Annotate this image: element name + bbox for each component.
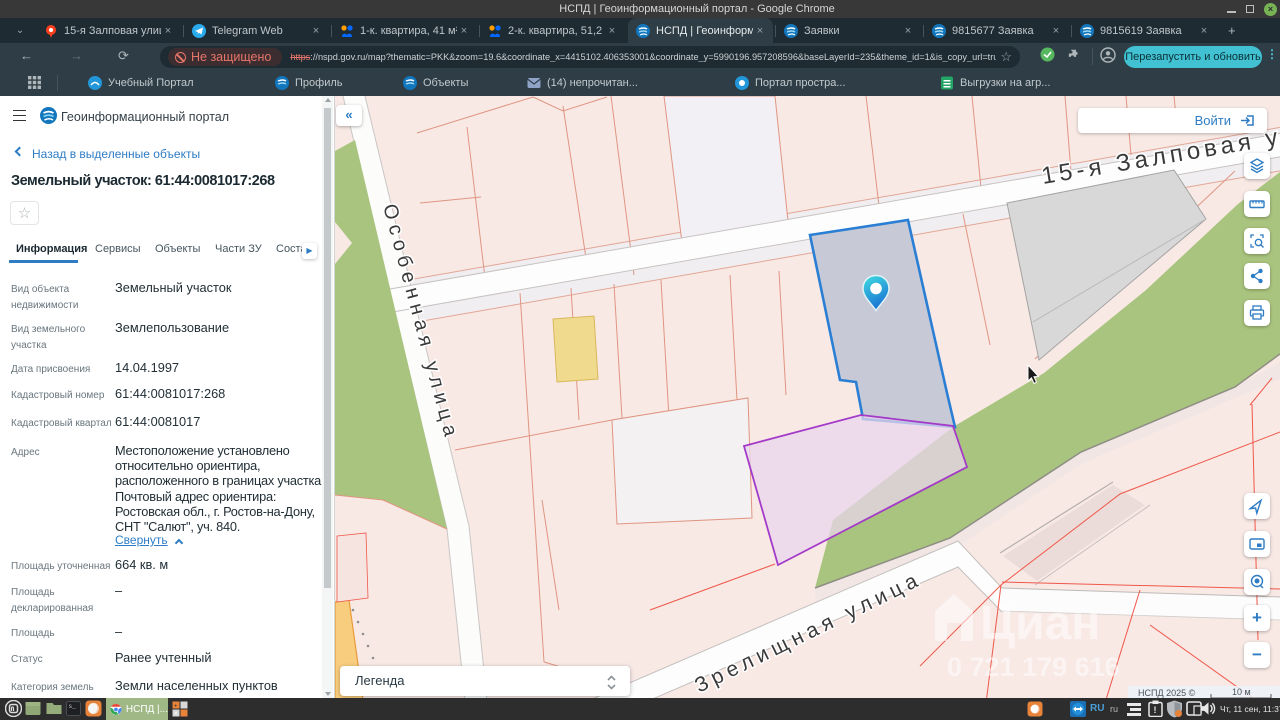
svg-text:+: + — [174, 704, 178, 710]
svg-text:0 721 179 616: 0 721 179 616 — [947, 652, 1120, 682]
svg-text:s_: s_ — [69, 703, 77, 710]
svg-text:Циан: Циан — [980, 597, 1100, 650]
svg-text:×: × — [174, 712, 178, 718]
svg-text:!: ! — [1154, 705, 1157, 715]
